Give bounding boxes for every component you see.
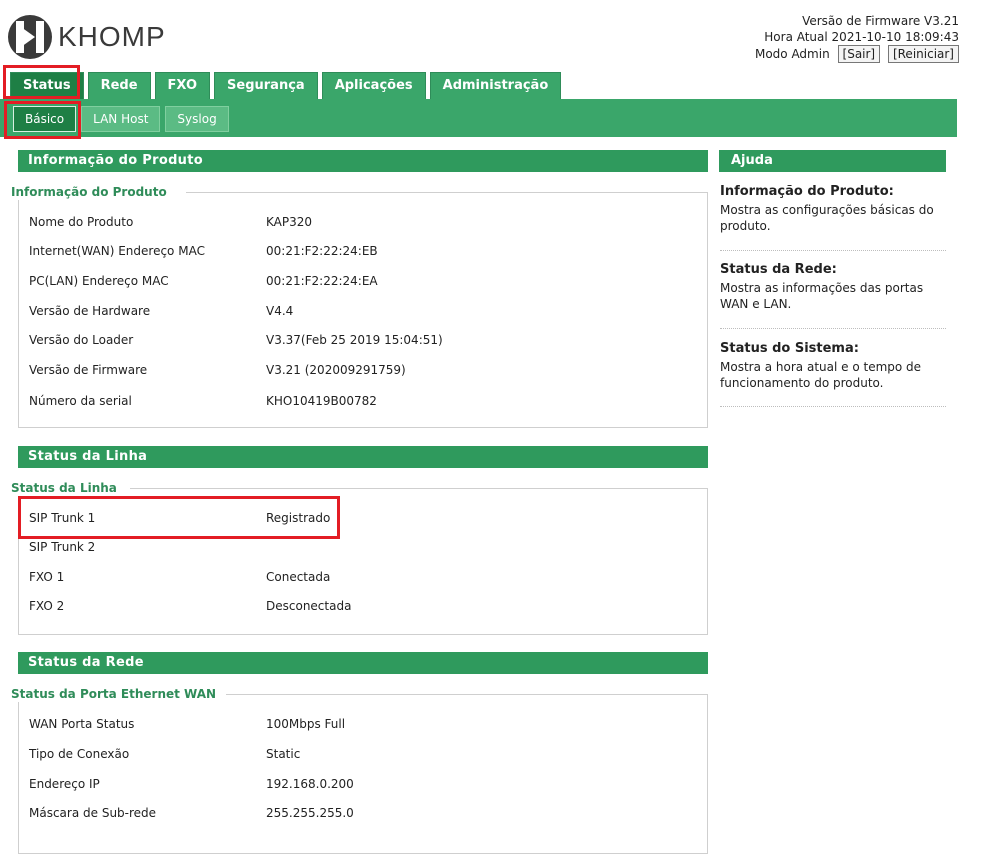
help-divider xyxy=(720,250,946,251)
tab-aplicacoes[interactable]: Aplicações xyxy=(321,72,426,99)
kv-key: SIP Trunk 1 xyxy=(29,511,96,525)
kv-value: V3.21 (202009291759) xyxy=(266,363,406,377)
help-item-text: Mostra as configurações básicas do produ… xyxy=(720,203,934,233)
kv-value: V4.4 xyxy=(266,304,294,318)
help-header: Ajuda xyxy=(719,150,946,172)
kv-key: Endereço IP xyxy=(29,777,100,791)
help-divider xyxy=(720,328,946,329)
line-status-legend: Status da Linha xyxy=(11,480,127,496)
kv-key: SIP Trunk 2 xyxy=(29,540,96,554)
kv-value: 192.168.0.200 xyxy=(266,777,354,791)
line-status-fieldset xyxy=(18,488,708,635)
help-item: Informação do Produto: Mostra as configu… xyxy=(720,184,946,234)
kv-value: 00:21:F2:22:24:EB xyxy=(266,244,378,258)
kv-value: Static xyxy=(266,747,301,761)
tab-status[interactable]: Status xyxy=(10,72,84,99)
kv-key: Versão de Firmware xyxy=(29,363,148,377)
kv-key: Versão de Hardware xyxy=(29,304,151,318)
kv-key: PC(LAN) Endereço MAC xyxy=(29,274,169,288)
help-item-title: Informação do Produto: xyxy=(720,184,894,199)
tab-rede[interactable]: Rede xyxy=(87,72,151,99)
subtab-syslog[interactable]: Syslog xyxy=(165,106,229,132)
top-info: Versão de Firmware V3.21 Hora Atual 2021… xyxy=(755,13,959,63)
kv-value: KAP320 xyxy=(266,215,313,229)
kv-key: Número da serial xyxy=(29,394,132,408)
sub-tabs: Básico LAN Host Syslog xyxy=(13,106,229,132)
product-info-legend: Informação do Produto xyxy=(11,184,177,200)
help-item-text: Mostra a hora atual e o tempo de funcion… xyxy=(720,360,922,390)
khomp-logo: KHOMP xyxy=(8,14,166,60)
help-item: Status da Rede: Mostra as informações da… xyxy=(720,262,946,312)
help-divider xyxy=(720,406,946,407)
tab-seguranca[interactable]: Segurança xyxy=(214,72,318,99)
current-time: Hora Atual 2021-10-10 18:09:43 xyxy=(764,30,959,44)
kv-value: Registrado xyxy=(266,511,331,525)
help-item: Status do Sistema: Mostra a hora atual e… xyxy=(720,341,946,391)
kv-key: FXO 2 xyxy=(29,599,65,613)
main-tabs: Status Rede FXO Segurança Aplicações Adm… xyxy=(10,72,562,99)
kv-key: Internet(WAN) Endereço MAC xyxy=(29,244,205,258)
restart-button[interactable]: [Reiniciar] xyxy=(887,45,959,63)
kv-value: 00:21:F2:22:24:EA xyxy=(266,274,378,288)
line-status-header: Status da Linha xyxy=(18,446,708,468)
logout-button[interactable]: [Sair] xyxy=(837,45,881,63)
tab-administracao[interactable]: Administração xyxy=(429,72,562,99)
kv-value: 255.255.255.0 xyxy=(266,806,354,820)
kv-value: KHO10419B00782 xyxy=(266,394,377,408)
brand-name: KHOMP xyxy=(58,21,166,52)
admin-mode-label: Modo Admin xyxy=(754,47,830,61)
kv-value: 100Mbps Full xyxy=(266,717,346,731)
help-item-text: Mostra as informações das portas WAN e L… xyxy=(720,281,924,311)
kv-value: V3.37(Feb 25 2019 15:04:51) xyxy=(266,333,443,347)
kv-key: WAN Porta Status xyxy=(29,717,135,731)
network-status-legend: Status da Porta Ethernet WAN xyxy=(11,686,227,702)
kv-key: FXO 1 xyxy=(29,570,65,584)
kv-value: Desconectada xyxy=(266,599,352,613)
kv-value: Conectada xyxy=(266,570,331,584)
kv-key: Versão do Loader xyxy=(29,333,134,347)
firmware-version: Versão de Firmware V3.21 xyxy=(802,14,959,28)
product-info-header: Informação do Produto xyxy=(18,150,708,172)
kv-key: Máscara de Sub-rede xyxy=(29,806,157,820)
subtab-basico[interactable]: Básico xyxy=(13,106,77,132)
kv-key: Nome do Produto xyxy=(29,215,134,229)
subtab-lan-host[interactable]: LAN Host xyxy=(81,106,161,132)
kv-key: Tipo de Conexão xyxy=(29,747,130,761)
help-item-title: Status do Sistema: xyxy=(720,341,859,356)
tab-fxo[interactable]: FXO xyxy=(154,72,211,99)
help-item-title: Status da Rede: xyxy=(720,262,837,277)
network-status-header: Status da Rede xyxy=(18,652,708,674)
khomp-logo-icon xyxy=(8,15,52,59)
